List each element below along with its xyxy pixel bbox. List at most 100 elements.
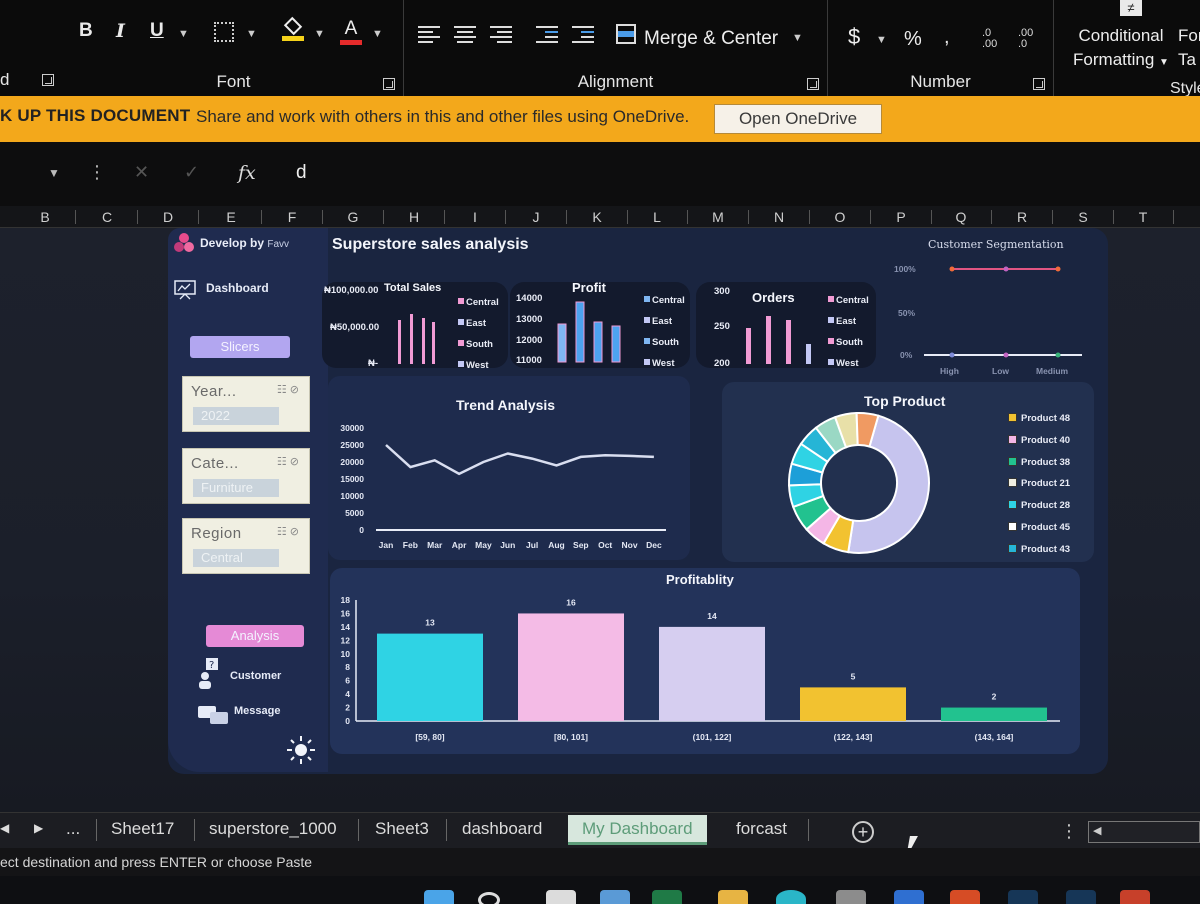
category-slicer[interactable]: Cate... ☷ ⊘ Furniture <box>182 448 310 504</box>
merge-dropdown-icon[interactable]: ▼ <box>792 32 803 44</box>
clear-filter-icon[interactable]: ☷ ⊘ <box>277 383 299 396</box>
column-header-k[interactable]: K <box>567 209 627 225</box>
percent-button[interactable]: % <box>904 28 922 51</box>
cancel-icon[interactable]: ✕ <box>134 162 149 183</box>
search-icon[interactable] <box>478 892 500 904</box>
font-color-dropdown-icon[interactable]: ▼ <box>372 28 383 40</box>
borders-dropdown-icon[interactable]: ▼ <box>246 28 257 40</box>
underline-button[interactable]: U <box>150 20 164 42</box>
align-right-icon[interactable] <box>490 26 512 44</box>
column-header-r[interactable]: R <box>992 209 1052 225</box>
year-slicer[interactable]: Year... ☷ ⊘ 2022 <box>182 376 310 432</box>
nav-message[interactable]: Message <box>234 705 280 717</box>
office-icon[interactable] <box>950 890 980 904</box>
slicers-button[interactable]: Slicers <box>190 336 290 358</box>
tab-superstore-1000[interactable]: superstore_1000 <box>209 819 337 839</box>
brightness-icon[interactable] <box>286 735 316 765</box>
more-options-icon[interactable]: ⋮ <box>88 162 106 183</box>
increase-decimal-icon[interactable]: .0.00 <box>982 28 997 50</box>
start-icon[interactable] <box>424 890 454 904</box>
nav-customer[interactable]: Customer <box>230 670 281 682</box>
column-header-c[interactable]: C <box>77 209 137 225</box>
tab-sheet17[interactable]: Sheet17 <box>111 819 174 839</box>
nav-dashboard[interactable]: Dashboard <box>206 281 269 295</box>
comma-button[interactable]: , <box>944 26 950 49</box>
name-box-dropdown-icon[interactable]: ▼ <box>48 166 60 180</box>
photoshop-icon[interactable] <box>1008 890 1038 904</box>
number-launcher-icon[interactable] <box>1033 78 1045 90</box>
add-sheet-icon[interactable]: + <box>852 821 874 843</box>
tab-forcast[interactable]: forcast <box>736 819 787 839</box>
formula-input[interactable]: d <box>296 162 307 184</box>
store-icon[interactable] <box>836 890 866 904</box>
column-header-p[interactable]: P <box>871 209 931 225</box>
task-view-icon[interactable] <box>546 890 576 904</box>
increase-indent-icon[interactable] <box>572 26 594 44</box>
borders-icon[interactable] <box>214 22 234 42</box>
conditional-formatting-button[interactable]: Conditional Formatting ▼ <box>1066 24 1176 75</box>
clear-filter-icon[interactable]: ☷ ⊘ <box>277 455 299 468</box>
insert-function-icon[interactable]: fx <box>238 162 256 184</box>
horizontal-scrollbar[interactable]: ◀ <box>1088 821 1200 843</box>
analysis-button[interactable]: Analysis <box>206 625 304 647</box>
tab-scroll-right-icon[interactable]: ▶ <box>34 821 43 835</box>
merge-center-icon[interactable] <box>616 24 636 44</box>
italic-button[interactable]: I <box>116 20 125 42</box>
merge-center-button[interactable]: Merge & Center <box>644 28 778 50</box>
currency-button[interactable]: $ <box>848 24 860 50</box>
column-header-h[interactable]: H <box>384 209 444 225</box>
excel-app-icon[interactable] <box>652 890 682 904</box>
alignment-launcher-icon[interactable] <box>807 78 819 90</box>
fill-color-dropdown-icon[interactable]: ▼ <box>314 28 325 40</box>
edge-icon[interactable] <box>776 890 806 904</box>
tab-scroll-left-icon[interactable]: ◀ <box>0 821 9 835</box>
column-header-f[interactable]: F <box>262 209 322 225</box>
column-header-o[interactable]: O <box>810 209 870 225</box>
column-header-d[interactable]: D <box>138 209 198 225</box>
enter-icon[interactable]: ✓ <box>184 162 199 183</box>
column-header-m[interactable]: M <box>688 209 748 225</box>
align-center-icon[interactable] <box>454 26 476 44</box>
tab-sheet3[interactable]: Sheet3 <box>375 819 429 839</box>
decrease-indent-icon[interactable] <box>536 26 558 44</box>
column-header-n[interactable]: N <box>749 209 809 225</box>
app-icon[interactable] <box>1120 890 1150 904</box>
open-onedrive-button[interactable]: Open OneDrive <box>714 104 882 134</box>
align-left-icon[interactable] <box>418 26 440 44</box>
currency-dropdown-icon[interactable]: ▼ <box>876 34 887 46</box>
category-slicer-item[interactable]: Furniture <box>193 479 279 497</box>
scroll-left-icon[interactable]: ◀ <box>1093 824 1101 837</box>
column-header-q[interactable]: Q <box>931 209 991 225</box>
region-slicer[interactable]: Region ☷ ⊘ Central <box>182 518 310 574</box>
tabs-more-icon[interactable]: ⋮ <box>1060 821 1078 842</box>
fill-color-icon[interactable] <box>282 16 304 44</box>
photoshop-icon-2[interactable] <box>1066 890 1096 904</box>
region-slicer-item[interactable]: Central <box>193 549 279 567</box>
column-header-i[interactable]: I <box>445 209 505 225</box>
tab-more[interactable]: ... <box>66 819 80 839</box>
column-header-t[interactable]: T <box>1113 209 1173 225</box>
legend-item: East <box>828 311 869 332</box>
font-color-icon[interactable]: A <box>340 18 362 45</box>
year-slicer-item[interactable]: 2022 <box>193 407 279 425</box>
column-header-s[interactable]: S <box>1053 209 1113 225</box>
underline-dropdown-icon[interactable]: ▼ <box>178 28 189 40</box>
tab-my-dashboard[interactable]: My Dashboard <box>568 815 707 845</box>
column-header-g[interactable]: G <box>323 209 383 225</box>
clipboard-launcher-icon[interactable] <box>42 74 54 86</box>
decrease-decimal-icon[interactable]: .00.0 <box>1018 28 1033 50</box>
mail-icon[interactable] <box>894 890 924 904</box>
bold-button[interactable]: B <box>79 20 93 42</box>
column-header-e[interactable]: E <box>201 209 261 225</box>
column-header-b[interactable]: B <box>15 209 75 225</box>
file-explorer-icon[interactable] <box>718 890 748 904</box>
conditional-formatting-icon[interactable]: ≠ <box>1120 0 1142 16</box>
clear-filter-icon[interactable]: ☷ ⊘ <box>277 525 299 538</box>
widgets-icon[interactable] <box>600 890 630 904</box>
top-product-donut <box>788 412 930 554</box>
column-header-j[interactable]: J <box>506 209 566 225</box>
column-header-l[interactable]: L <box>627 209 687 225</box>
format-as-table-button[interactable]: For Ta <box>1178 24 1200 72</box>
font-launcher-icon[interactable] <box>383 78 395 90</box>
tab-dashboard[interactable]: dashboard <box>462 819 542 839</box>
